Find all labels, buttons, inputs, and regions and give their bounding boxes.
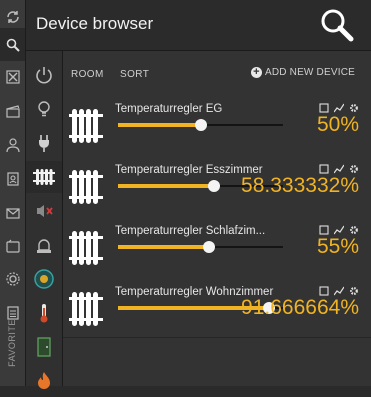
category-sidebar	[26, 51, 63, 389]
device-button[interactable]	[0, 229, 25, 262]
radiator-icon	[33, 169, 55, 185]
category-light[interactable]	[26, 93, 62, 125]
door-icon	[37, 337, 51, 357]
left-sidebar: FAVORITE	[0, 0, 26, 386]
settings-button[interactable]	[0, 262, 25, 295]
category-sensor[interactable]	[26, 263, 62, 295]
category-temperature[interactable]	[26, 297, 62, 329]
lightbulb-icon	[38, 101, 50, 117]
favorite-tab[interactable]: FAVORITE	[1, 308, 23, 378]
add-device-label: ADD NEW DEVICE	[264, 67, 355, 78]
tools-icon	[5, 69, 20, 84]
category-plug[interactable]	[26, 127, 62, 159]
fire-icon	[38, 372, 50, 389]
radiator-icon	[69, 109, 103, 143]
device-row[interactable]: Temperaturregler EG 50%	[63, 94, 371, 156]
room-filter-button[interactable]: ROOM	[71, 69, 104, 80]
settings-icon	[5, 271, 20, 286]
gear-icon[interactable]	[349, 225, 359, 235]
chart-icon[interactable]	[334, 164, 344, 174]
device-value: 58.333332%	[241, 174, 359, 197]
add-device-button[interactable]: + ADD NEW DEVICE	[250, 67, 355, 78]
category-heating[interactable]	[26, 161, 62, 193]
device-actions	[319, 164, 359, 174]
chart-icon[interactable]	[334, 225, 344, 235]
chart-icon[interactable]	[334, 103, 344, 113]
search-button[interactable]	[318, 6, 356, 44]
device-value: 50%	[316, 113, 359, 136]
clapperboard-icon	[5, 104, 20, 118]
category-fire[interactable]	[26, 365, 62, 397]
users-button[interactable]	[0, 128, 25, 161]
device-list-panel: ROOM SORT + ADD NEW DEVICE Temperaturreg…	[63, 51, 371, 386]
device-icon	[5, 239, 20, 253]
slider-thumb[interactable]	[202, 241, 215, 253]
checkbox-icon[interactable]	[319, 286, 329, 296]
thermometer-icon	[40, 304, 48, 323]
favorite-label: FAVORITE	[7, 319, 17, 367]
gauge-icon	[34, 269, 54, 289]
search-sidebar-button[interactable]	[0, 28, 25, 61]
device-value: 55%	[316, 235, 359, 258]
gear-icon[interactable]	[349, 164, 359, 174]
category-audio[interactable]	[26, 195, 62, 227]
power-icon	[36, 67, 52, 84]
refresh-icon	[6, 10, 19, 23]
list-toolbar: ROOM SORT + ADD NEW DEVICE	[63, 51, 371, 91]
device-name: Temperaturregler Schlafzim...	[115, 225, 266, 237]
page-title: Device browser	[36, 14, 154, 33]
category-door[interactable]	[26, 331, 62, 363]
header: Device browser	[26, 0, 371, 51]
category-power[interactable]	[26, 59, 62, 91]
gear-icon[interactable]	[349, 103, 359, 113]
scenes-button[interactable]	[0, 94, 25, 127]
checkbox-icon[interactable]	[319, 225, 329, 235]
alarm-light-icon	[37, 239, 51, 253]
slider-fill	[118, 123, 201, 127]
device-name: Temperaturregler EG	[115, 103, 223, 115]
device-value: 91.666664%	[241, 296, 359, 319]
mail-icon	[5, 207, 20, 219]
tools-button[interactable]	[0, 60, 25, 93]
contacts-icon	[6, 171, 19, 186]
search-icon	[6, 38, 20, 52]
slider-thumb[interactable]	[208, 180, 221, 192]
device-row[interactable]: Temperaturregler Esszimmer 58.333332%	[63, 155, 371, 217]
plus-icon: +	[250, 67, 262, 78]
mail-button[interactable]	[0, 196, 25, 229]
device-row[interactable]: Temperaturregler Schlafzim... 55%	[63, 216, 371, 278]
device-actions	[319, 225, 359, 235]
slider-fill	[118, 184, 215, 188]
checkbox-icon[interactable]	[319, 103, 329, 113]
level-slider[interactable]	[118, 119, 283, 131]
radiator-icon	[69, 292, 103, 326]
plug-icon	[39, 135, 49, 152]
device-actions	[319, 103, 359, 113]
category-alarm[interactable]	[26, 229, 62, 261]
users-icon	[5, 137, 20, 152]
sort-button[interactable]: SORT	[120, 69, 149, 80]
level-slider[interactable]	[118, 241, 283, 253]
slider-fill	[118, 245, 209, 249]
radiator-icon	[69, 170, 103, 204]
search-icon	[321, 9, 354, 42]
speaker-muted-icon	[37, 205, 53, 217]
checkbox-icon[interactable]	[319, 164, 329, 174]
gear-icon[interactable]	[349, 286, 359, 296]
contacts-button[interactable]	[0, 162, 25, 195]
radiator-icon	[69, 231, 103, 265]
device-actions	[319, 286, 359, 296]
slider-thumb[interactable]	[194, 119, 207, 131]
device-row[interactable]: Temperaturregler Wohnzimmer 91.666664%	[63, 277, 371, 338]
chart-icon[interactable]	[334, 286, 344, 296]
